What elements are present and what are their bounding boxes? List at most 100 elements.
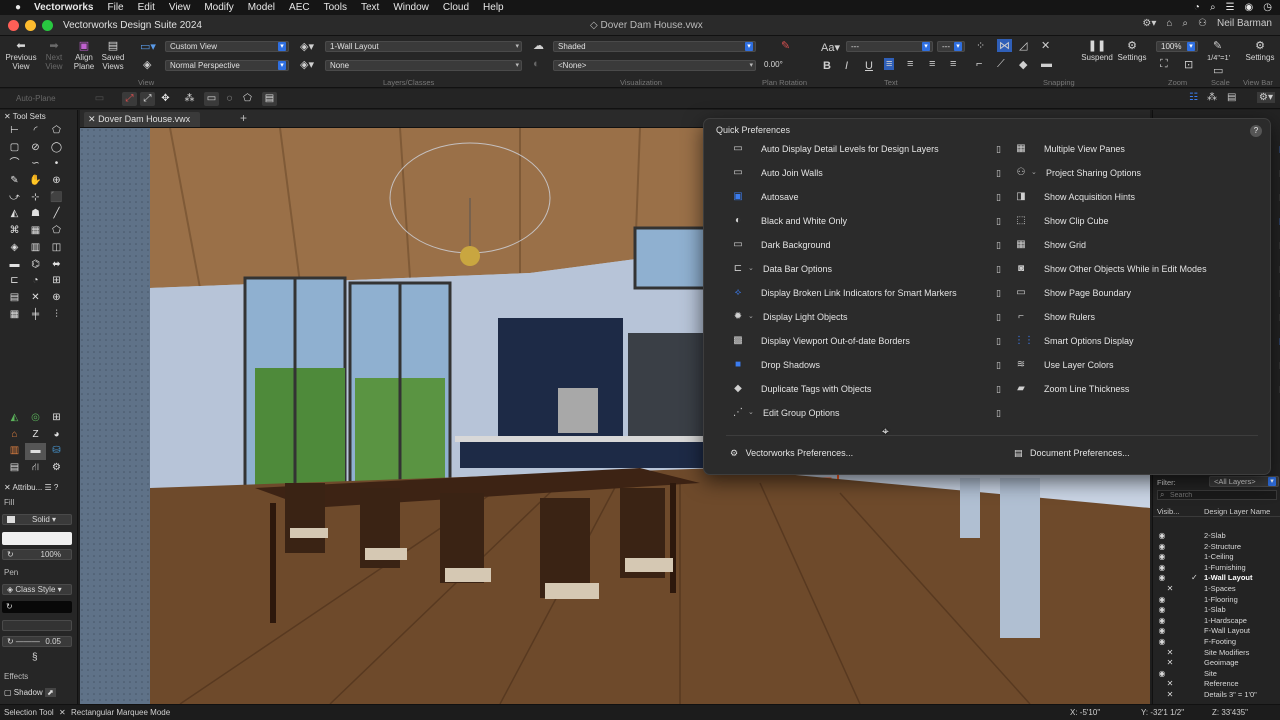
gear-icon[interactable]: ⚙▾: [1142, 18, 1156, 29]
quick-pref-item[interactable]: ⋮⋮Smart Options Display▮: [1014, 332, 1280, 350]
snap-distance-icon[interactable]: ⌐: [976, 58, 982, 70]
quick-pref-item[interactable]: ⊏ ⌄ Data Bar Options ▯: [731, 260, 1001, 278]
classes-icon[interactable]: ◈▾: [300, 58, 314, 71]
symbol-tool-icon[interactable]: ▤: [4, 290, 25, 307]
wall-tool-icon[interactable]: ▬: [4, 257, 25, 274]
chevron-down-icon[interactable]: ⌄: [748, 308, 754, 326]
selection-mode-1-icon[interactable]: ⤢: [122, 92, 137, 106]
offset-tool-icon[interactable]: ◭: [4, 206, 25, 223]
nav-classes-icon[interactable]: ⁂: [1207, 92, 1217, 103]
layer-row[interactable]: ◉ 1-Slab: [1153, 605, 1280, 616]
lasso-marquee-icon[interactable]: ◌: [222, 92, 237, 106]
wifi-icon[interactable]: ◔: [1194, 2, 1200, 13]
nav-layers-icon[interactable]: ☷: [1189, 92, 1198, 103]
lighting-dropdown[interactable]: <None>: [553, 60, 756, 71]
snap-smart-points-icon[interactable]: ◆: [1019, 58, 1027, 71]
control-center-icon[interactable]: ☰: [1226, 2, 1235, 13]
menu-modify[interactable]: Modify: [204, 2, 233, 13]
layer-row[interactable]: ✕ 1-Spaces: [1153, 584, 1280, 595]
quick-pref-item[interactable]: ≋Use Layer Colors▯: [1014, 356, 1280, 374]
col-layer-name[interactable]: Design Layer Name: [1204, 506, 1270, 517]
layer-row[interactable]: ✕ Details 3" = 1'0": [1153, 690, 1280, 701]
toolset-furniture-icon[interactable]: ⌂: [4, 427, 25, 444]
help-icon[interactable]: ?: [1250, 125, 1262, 137]
menu-aec[interactable]: AEC: [289, 2, 310, 13]
toolset-site-icon[interactable]: ◎: [25, 410, 46, 427]
tape-measure-icon[interactable]: ◫: [46, 240, 67, 257]
locus-tool-icon[interactable]: •: [46, 156, 67, 173]
text-tool-icon[interactable]: ☗: [25, 206, 46, 223]
menu-window[interactable]: Window: [393, 2, 429, 13]
eye-icon[interactable]: ◉: [1157, 626, 1167, 636]
eye-icon[interactable]: ◉: [1157, 637, 1167, 647]
target-tool-icon[interactable]: ⊕: [46, 290, 67, 307]
freehand-tool-icon[interactable]: ⌒: [4, 156, 25, 173]
fit-objects-icon[interactable]: ⊡: [1184, 58, 1193, 71]
pin-icon[interactable]: ▯: [996, 332, 1001, 350]
suspend-button[interactable]: ❚❚ Suspend: [1080, 40, 1114, 62]
eye-icon[interactable]: ◉: [1157, 531, 1167, 541]
eye-icon[interactable]: ◉: [1157, 542, 1167, 552]
lighting-icon[interactable]: ◐: [533, 58, 540, 70]
hidden-x-icon[interactable]: ✕: [1165, 690, 1175, 700]
zoom-tool-icon[interactable]: ⊹: [25, 190, 46, 207]
plan-rotation-value[interactable]: 0.00°: [764, 60, 783, 69]
flyover-tool-icon[interactable]: ⊕: [46, 173, 67, 190]
quick-pref-item[interactable]: ▭ Auto Join Walls ▯: [731, 164, 1001, 182]
toolset-walls-icon[interactable]: ▥: [4, 443, 25, 460]
quick-pref-item[interactable]: ▩ Display Viewport Out-of-date Borders ▯: [731, 332, 1001, 350]
vectorworks-preferences-link[interactable]: ⚙ Vectorworks Preferences...: [730, 448, 853, 459]
menu-edit[interactable]: Edit: [138, 2, 155, 13]
toolset-visualization-icon[interactable]: ◕: [46, 427, 67, 444]
eyedropper-tool-icon[interactable]: ✎: [4, 173, 25, 190]
snap-intersection-icon[interactable]: ✕: [1041, 39, 1050, 52]
quick-pref-item[interactable]: ▭ Dark Background ▯: [731, 236, 1001, 254]
pin-icon[interactable]: ▯: [996, 308, 1001, 326]
projection-dropdown[interactable]: Normal Perspective: [165, 60, 289, 71]
fill-color-swatch[interactable]: [2, 532, 72, 545]
clip-tool-icon[interactable]: ⬠: [46, 223, 67, 240]
quick-pref-item[interactable]: ▭ Auto Display Detail Levels for Design L…: [731, 140, 1001, 158]
col-visibility[interactable]: Visib...: [1157, 506, 1179, 517]
column-tool-icon[interactable]: ⊞: [46, 273, 67, 290]
pin-icon[interactable]: ▯: [996, 212, 1001, 230]
door-tool-icon[interactable]: ⌬: [25, 257, 46, 274]
pin-icon[interactable]: ▯: [996, 284, 1001, 302]
align-justify-icon[interactable]: ≡: [950, 58, 956, 70]
toolset-settings-icon[interactable]: ⚙: [46, 460, 67, 477]
layer-row[interactable]: ◉ 1-Hardscape: [1153, 616, 1280, 627]
shadow-toggle[interactable]: ▢ Shadow ⬈: [4, 688, 56, 697]
hidden-x-icon[interactable]: ✕: [1165, 584, 1175, 594]
apple-icon[interactable]: ●: [12, 2, 24, 13]
hidden-x-icon[interactable]: ✕: [1165, 658, 1175, 668]
polygon-marquee-icon[interactable]: ⬠: [240, 92, 255, 106]
snap-grid-icon[interactable]: ⁘: [976, 39, 985, 52]
zoom-dropdown[interactable]: 100%: [1156, 41, 1198, 52]
toolset-active-icon[interactable]: ▬: [25, 443, 46, 461]
layer-row[interactable]: ◉ 2-Slab: [1153, 531, 1280, 542]
height-tool-icon[interactable]: ⫶: [46, 307, 67, 324]
scale-icon[interactable]: ✎: [1213, 39, 1222, 52]
quick-pref-item[interactable]: ◆ Duplicate Tags with Objects ▯: [731, 380, 1001, 398]
settings-button[interactable]: ⚙ Settings: [1115, 40, 1149, 62]
underline-icon[interactable]: U: [865, 60, 873, 72]
menu-model[interactable]: Model: [248, 2, 275, 13]
layer-row[interactable]: ◉ 2-Structure: [1153, 542, 1280, 553]
grid-tool-icon[interactable]: ▦: [4, 307, 25, 324]
layers-icon[interactable]: ◈▾: [300, 40, 314, 53]
rounded-rect-tool-icon[interactable]: ▢: [4, 140, 25, 157]
line-type-icon[interactable]: §: [32, 652, 38, 663]
space-tool-icon[interactable]: ✕: [25, 290, 46, 307]
document-tab[interactable]: ✕ Dover Dam House.vwx: [84, 112, 201, 127]
quick-pref-item[interactable]: ⌐Show Rulers▯: [1014, 308, 1280, 326]
eye-icon[interactable]: ◉: [1157, 595, 1167, 605]
snap-angle-icon[interactable]: ◿: [1019, 39, 1027, 52]
search-icon[interactable]: ⌕: [1182, 18, 1188, 29]
arc-tool-icon[interactable]: ◜: [25, 123, 46, 140]
projection-icon[interactable]: ◈: [143, 58, 151, 71]
layer-row[interactable]: ◉ 1-Flooring: [1153, 595, 1280, 606]
view-dropdown[interactable]: Custom View: [165, 41, 289, 52]
layer-row[interactable]: ◉ 1-Furnishing: [1153, 563, 1280, 574]
snap-object-icon[interactable]: ⋈: [997, 39, 1012, 52]
siri-icon[interactable]: ◉: [1245, 2, 1254, 13]
